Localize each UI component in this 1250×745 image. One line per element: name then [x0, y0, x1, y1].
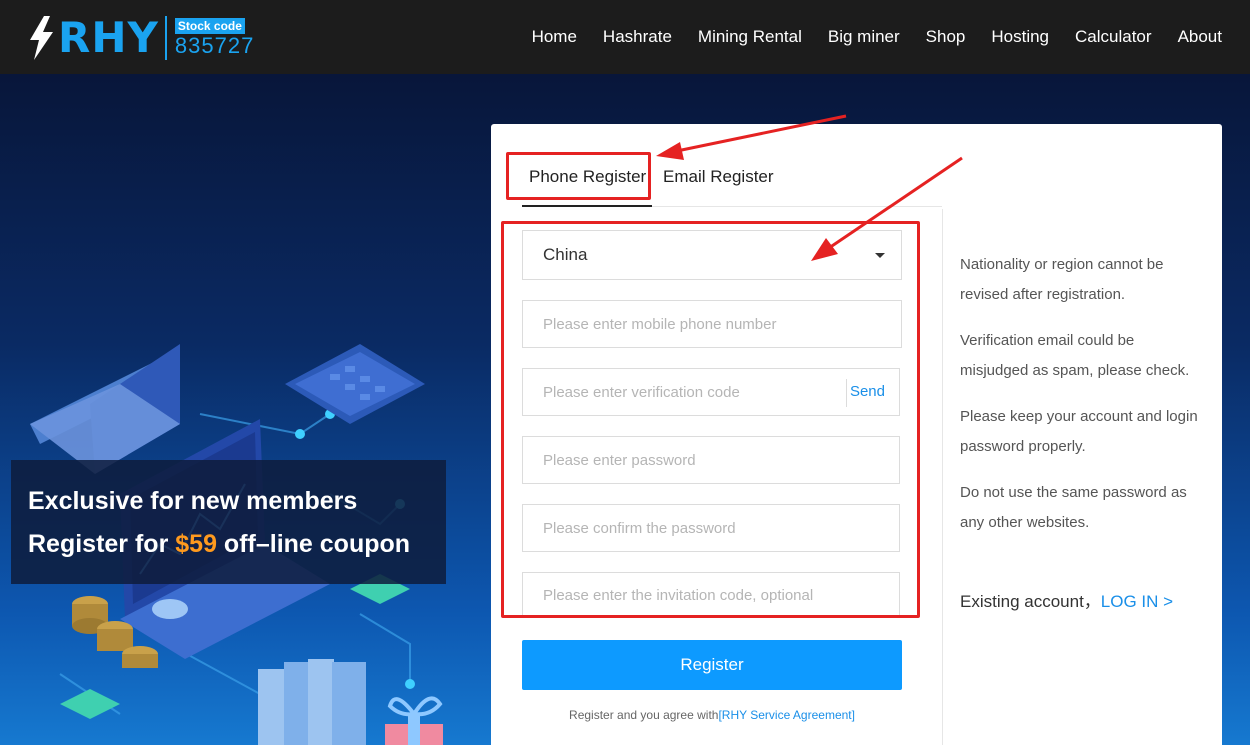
registration-notes: Nationality or region cannot be revised …	[960, 250, 1200, 554]
column-divider	[942, 209, 943, 745]
stock-info: Stock code 835727	[174, 18, 255, 58]
lightning-bolt-icon	[30, 16, 53, 60]
country-value: China	[543, 245, 588, 264]
phone-input[interactable]	[523, 301, 901, 347]
promo-banner: Exclusive for new members Register for $…	[11, 460, 446, 584]
isometric-illustration	[30, 344, 443, 745]
existing-account: Existing account，LOG IN >	[960, 587, 1173, 612]
nav-mining-rental[interactable]: Mining Rental	[698, 27, 802, 47]
note-keep-password: Please keep your account and login passw…	[960, 408, 1198, 455]
active-tab-indicator	[522, 205, 652, 207]
confirm-password-input[interactable]	[523, 505, 899, 551]
service-agreement-link[interactable]: [RHY Service Agreement]	[718, 708, 855, 722]
promo-suffix: off–line coupon	[216, 530, 411, 558]
verification-code-input[interactable]	[523, 369, 843, 415]
agreement-prefix: Register and you agree with	[569, 708, 719, 722]
stock-code: 835727	[174, 33, 255, 58]
stock-label: Stock code	[174, 18, 245, 34]
promo-prefix: Register for	[28, 530, 176, 558]
nav-hashrate[interactable]: Hashrate	[603, 27, 672, 47]
agreement-text: Register and you agree with[RHY Service …	[522, 708, 902, 722]
logo[interactable]: RHY Stock code 835727	[26, 14, 254, 62]
note-spam: Verification email could be misjudged as…	[960, 332, 1190, 379]
send-code-button[interactable]: Send	[850, 383, 885, 400]
send-separator	[846, 379, 847, 407]
country-select[interactable]: China	[522, 230, 902, 280]
invitation-code-input[interactable]	[523, 573, 899, 617]
promo-headline: Exclusive for new members	[28, 487, 358, 515]
password-input[interactable]	[523, 437, 899, 483]
logo-text: RHY	[58, 13, 159, 62]
tab-email-register[interactable]: Email Register	[663, 167, 774, 187]
promo-offer: Register for $59 off–line coupon	[28, 523, 429, 566]
login-link[interactable]: LOG IN >	[1101, 592, 1173, 611]
tab-phone-register[interactable]: Phone Register	[529, 167, 646, 187]
nav-shop[interactable]: Shop	[926, 27, 966, 47]
nav-calculator[interactable]: Calculator	[1075, 27, 1152, 47]
register-card: Phone Register Email Register China Send…	[491, 124, 1222, 745]
password-field	[522, 436, 900, 484]
nav-about[interactable]: About	[1178, 27, 1222, 47]
confirm-password-field	[522, 504, 900, 552]
existing-account-label: Existing account，	[960, 592, 1101, 611]
main-nav: Home Hashrate Mining Rental Big miner Sh…	[506, 0, 1222, 74]
phone-field	[522, 300, 902, 348]
caret-down-icon	[875, 253, 885, 258]
site-header: RHY Stock code 835727 Home Hashrate Mini…	[0, 0, 1250, 74]
nav-home[interactable]: Home	[532, 27, 577, 47]
nav-big-miner[interactable]: Big miner	[828, 27, 900, 47]
promo-price: $59	[175, 530, 217, 558]
nav-hosting[interactable]: Hosting	[991, 27, 1049, 47]
logo-divider	[164, 16, 167, 60]
invitation-field	[522, 572, 900, 618]
note-nationality: Nationality or region cannot be revised …	[960, 256, 1164, 303]
register-button[interactable]: Register	[522, 640, 902, 690]
register-tabs: Phone Register Email Register	[522, 154, 942, 207]
note-unique-password: Do not use the same password as any othe…	[960, 484, 1187, 531]
verification-field: Send	[522, 368, 900, 416]
